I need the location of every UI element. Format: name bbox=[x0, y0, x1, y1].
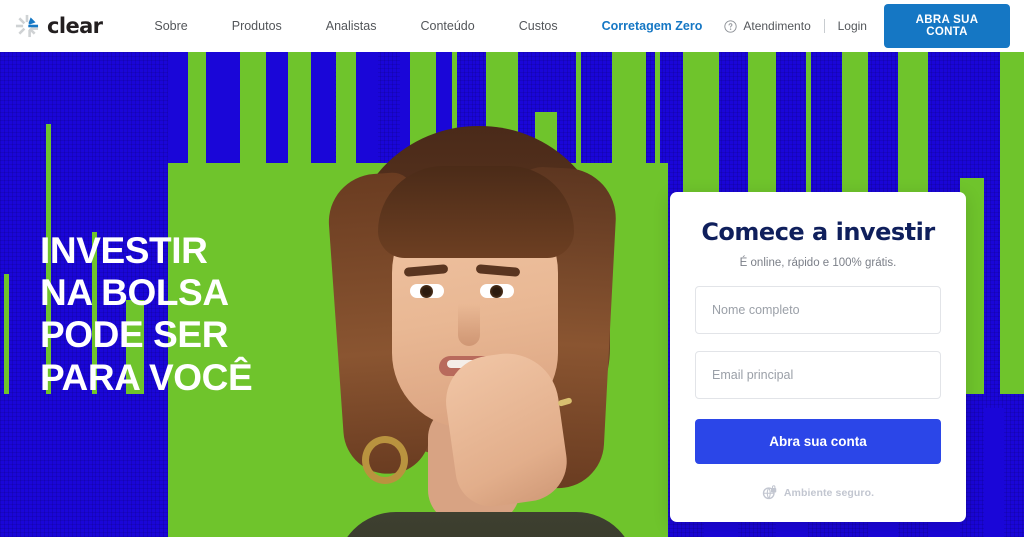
question-circle-icon bbox=[724, 19, 737, 33]
open-account-header-button[interactable]: ABRA SUA CONTA bbox=[883, 4, 1010, 48]
chart-bar-blue bbox=[206, 52, 240, 164]
hero-portrait-image bbox=[300, 104, 660, 537]
login-link[interactable]: Login bbox=[838, 19, 867, 33]
secure-environment-note: Ambiente seguro. bbox=[695, 485, 941, 500]
portrait-eye-right bbox=[480, 284, 514, 298]
hero-headline-line-3: PODE SER bbox=[40, 314, 229, 356]
nav-item-conteudo[interactable]: Conteúdo bbox=[399, 13, 497, 39]
open-account-submit-button[interactable]: Abra sua conta bbox=[695, 419, 941, 464]
support-link[interactable]: Atendimento bbox=[724, 19, 811, 33]
signup-subtitle: É online, rápido e 100% grátis. bbox=[739, 257, 897, 269]
email-input[interactable] bbox=[695, 351, 941, 399]
nav-item-produtos[interactable]: Produtos bbox=[210, 13, 304, 39]
hero-section: INVESTIR NA BOLSA PODE SER PARA VOCÊ Com… bbox=[0, 52, 1024, 537]
support-label: Atendimento bbox=[743, 19, 811, 33]
header-actions: Atendimento Login ABRA SUA CONTA bbox=[724, 4, 1010, 48]
chart-bar-blue bbox=[168, 52, 188, 164]
hero-headline-line-2: NA BOLSA bbox=[40, 272, 229, 314]
hero-headline-line-4: PARA VOCÊ bbox=[40, 356, 253, 398]
header-divider bbox=[823, 19, 825, 33]
chart-bar-blue bbox=[984, 408, 1004, 537]
full-name-input[interactable] bbox=[695, 286, 941, 334]
segmented-circle-icon bbox=[15, 14, 39, 38]
site-header: clear Sobre Produtos Analistas Conteúdo … bbox=[0, 0, 1024, 52]
chart-bar-blue bbox=[266, 52, 288, 164]
secure-environment-label: Ambiente seguro. bbox=[783, 486, 875, 499]
signup-card: Comece a investir É online, rápido e 100… bbox=[670, 192, 966, 522]
main-navigation: Sobre Produtos Analistas Conteúdo Custos… bbox=[132, 13, 724, 39]
hero-headline-line-1: INVESTIR bbox=[40, 230, 208, 271]
chart-bar-green bbox=[1000, 52, 1024, 394]
globe-lock-icon bbox=[762, 485, 777, 500]
brand-logo[interactable]: clear bbox=[14, 13, 118, 39]
nav-item-custos[interactable]: Custos bbox=[497, 13, 580, 39]
nav-item-analistas[interactable]: Analistas bbox=[304, 13, 399, 39]
portrait-fringe bbox=[378, 166, 574, 258]
nav-item-corretagem-zero[interactable]: Corretagem Zero bbox=[580, 13, 725, 39]
nav-item-sobre[interactable]: Sobre bbox=[132, 13, 209, 39]
portrait-eye-left bbox=[410, 284, 444, 298]
portrait-earring bbox=[362, 436, 408, 484]
signup-title: Comece a investir bbox=[701, 218, 935, 246]
portrait-nose bbox=[458, 304, 480, 346]
brand-name: clear bbox=[47, 13, 103, 38]
portrait-shirt bbox=[336, 512, 636, 537]
page-root: clear Sobre Produtos Analistas Conteúdo … bbox=[0, 0, 1024, 537]
chart-bar-green bbox=[4, 274, 9, 394]
hero-headline: INVESTIR NA BOLSA PODE SER PARA VOCÊ bbox=[40, 230, 340, 399]
